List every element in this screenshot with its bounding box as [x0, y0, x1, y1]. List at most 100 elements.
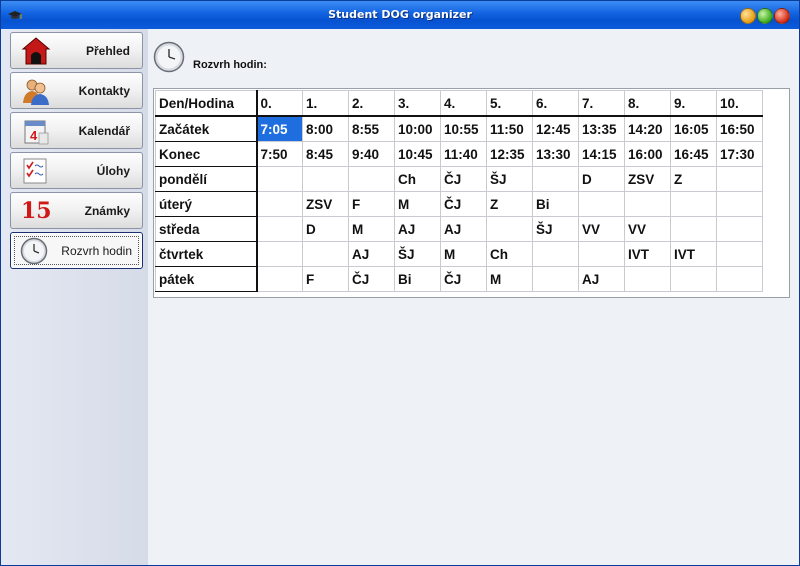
table-cell[interactable]: AJ — [394, 216, 441, 242]
table-row: pátek F ČJ Bi ČJ M AJ — [155, 266, 763, 292]
table-cell[interactable]: D — [302, 216, 349, 242]
table-cell[interactable] — [302, 166, 349, 192]
table-cell[interactable]: 13:35 — [578, 115, 625, 142]
sidebar-item-ulohy[interactable]: Úlohy — [10, 152, 143, 189]
table-cell[interactable] — [532, 241, 579, 267]
column-header: 1. — [302, 90, 349, 117]
column-header: 8. — [624, 90, 671, 117]
table-cell[interactable] — [716, 241, 763, 267]
table-cell[interactable] — [256, 166, 303, 192]
sidebar-item-rozvrh-hodin[interactable]: Rozvrh hodin — [10, 232, 143, 269]
row-header: středa — [155, 216, 258, 242]
table-cell[interactable]: 9:40 — [348, 141, 395, 167]
sidebar-item-kontakty[interactable]: Kontakty — [10, 72, 143, 109]
table-cell[interactable] — [256, 241, 303, 267]
clock-icon — [20, 237, 48, 265]
table-cell[interactable]: Bi — [532, 191, 579, 217]
table-cell[interactable]: 8:55 — [348, 115, 395, 142]
table-cell[interactable]: ŠJ — [394, 241, 441, 267]
table-cell[interactable]: M — [486, 266, 533, 292]
table-cell[interactable]: ČJ — [440, 166, 487, 192]
table-cell[interactable] — [256, 191, 303, 217]
table-cell[interactable] — [716, 166, 763, 192]
table-cell[interactable]: 12:45 — [532, 115, 579, 142]
table-cell[interactable]: ZSV — [624, 166, 671, 192]
sidebar-item-kalendar[interactable]: 4 Kalendář — [10, 112, 143, 149]
table-cell[interactable]: Ch — [394, 166, 441, 192]
table-cell[interactable] — [578, 241, 625, 267]
table-cell[interactable]: 10:45 — [394, 141, 441, 167]
table-cell[interactable]: 16:00 — [624, 141, 671, 167]
table-cell[interactable]: M — [348, 216, 395, 242]
table-cell[interactable]: 10:00 — [394, 115, 441, 142]
table-cell[interactable]: F — [302, 266, 349, 292]
table-cell[interactable]: AJ — [578, 266, 625, 292]
table-cell[interactable]: D — [578, 166, 625, 192]
title-bar[interactable]: Student DOG organizer — [1, 1, 799, 29]
sidebar-item-label: Kalendář — [78, 124, 130, 138]
table-cell[interactable]: Z — [670, 166, 717, 192]
table-cell[interactable]: Z — [486, 191, 533, 217]
sidebar-item-label: Kontakty — [78, 84, 130, 98]
table-cell[interactable] — [256, 266, 303, 292]
table-cell[interactable]: M — [440, 241, 487, 267]
table-cell[interactable]: 13:30 — [532, 141, 579, 167]
sidebar-item-znamky[interactable]: 15 Známky — [10, 192, 143, 229]
table-cell[interactable]: 17:30 — [716, 141, 763, 167]
table-cell[interactable] — [624, 266, 671, 292]
table-cell[interactable]: 7:50 — [256, 141, 303, 167]
sidebar-item-prehled[interactable]: Přehled — [10, 32, 143, 69]
table-cell[interactable]: 14:15 — [578, 141, 625, 167]
table-cell[interactable]: ČJ — [440, 191, 487, 217]
table-cell[interactable]: 8:45 — [302, 141, 349, 167]
table-cell[interactable]: IVT — [670, 241, 717, 267]
table-cell[interactable] — [348, 166, 395, 192]
table-cell[interactable]: F — [348, 191, 395, 217]
table-cell[interactable]: 11:40 — [440, 141, 487, 167]
table-cell[interactable]: 14:20 — [624, 115, 671, 142]
table-cell[interactable]: 16:50 — [716, 115, 763, 142]
table-cell[interactable] — [670, 191, 717, 217]
table-cell[interactable]: IVT — [624, 241, 671, 267]
table-cell[interactable]: 8:00 — [302, 115, 349, 142]
table-cell[interactable]: VV — [578, 216, 625, 242]
maximize-button[interactable] — [757, 8, 773, 24]
table-cell[interactable] — [486, 216, 533, 242]
table-cell[interactable]: 16:45 — [670, 141, 717, 167]
table-cell[interactable]: 12:35 — [486, 141, 533, 167]
table-cell[interactable]: ČJ — [348, 266, 395, 292]
table-cell[interactable] — [624, 191, 671, 217]
table-cell[interactable]: 10:55 — [440, 115, 487, 142]
table-cell[interactable]: ŠJ — [486, 166, 533, 192]
table-cell[interactable] — [716, 216, 763, 242]
table-cell[interactable] — [256, 216, 303, 242]
table-cell[interactable]: ČJ — [440, 266, 487, 292]
table-row: pondělí Ch ČJ ŠJ D ZSV Z — [155, 166, 763, 192]
table-cell[interactable] — [532, 166, 579, 192]
table-cell[interactable]: AJ — [348, 241, 395, 267]
table-cell[interactable]: ZSV — [302, 191, 349, 217]
minimize-button[interactable] — [740, 8, 756, 24]
table-cell[interactable]: 7:05 — [256, 115, 303, 142]
table-cell[interactable]: M — [394, 191, 441, 217]
table-cell[interactable]: 11:50 — [486, 115, 533, 142]
table-cell[interactable] — [578, 191, 625, 217]
column-header: 4. — [440, 90, 487, 117]
schedule-table[interactable]: Den/Hodina 0. 1. 2. 3. 4. 5. 6. 7. 8. 9. 10. Začátek… — [155, 90, 763, 292]
table-cell[interactable] — [670, 216, 717, 242]
table-cell[interactable]: Bi — [394, 266, 441, 292]
row-header: pondělí — [155, 166, 258, 192]
table-cell[interactable] — [532, 266, 579, 292]
table-cell[interactable]: Ch — [486, 241, 533, 267]
table-cell[interactable]: ŠJ — [532, 216, 579, 242]
table-cell[interactable] — [716, 266, 763, 292]
window-title: Student DOG organizer — [328, 8, 472, 21]
close-button[interactable] — [774, 8, 790, 24]
table-cell[interactable]: 16:05 — [670, 115, 717, 142]
table-cell[interactable]: VV — [624, 216, 671, 242]
sidebar-item-label: Známky — [84, 204, 130, 218]
table-cell[interactable] — [716, 191, 763, 217]
table-cell[interactable] — [670, 266, 717, 292]
table-cell[interactable]: AJ — [440, 216, 487, 242]
table-cell[interactable] — [302, 241, 349, 267]
